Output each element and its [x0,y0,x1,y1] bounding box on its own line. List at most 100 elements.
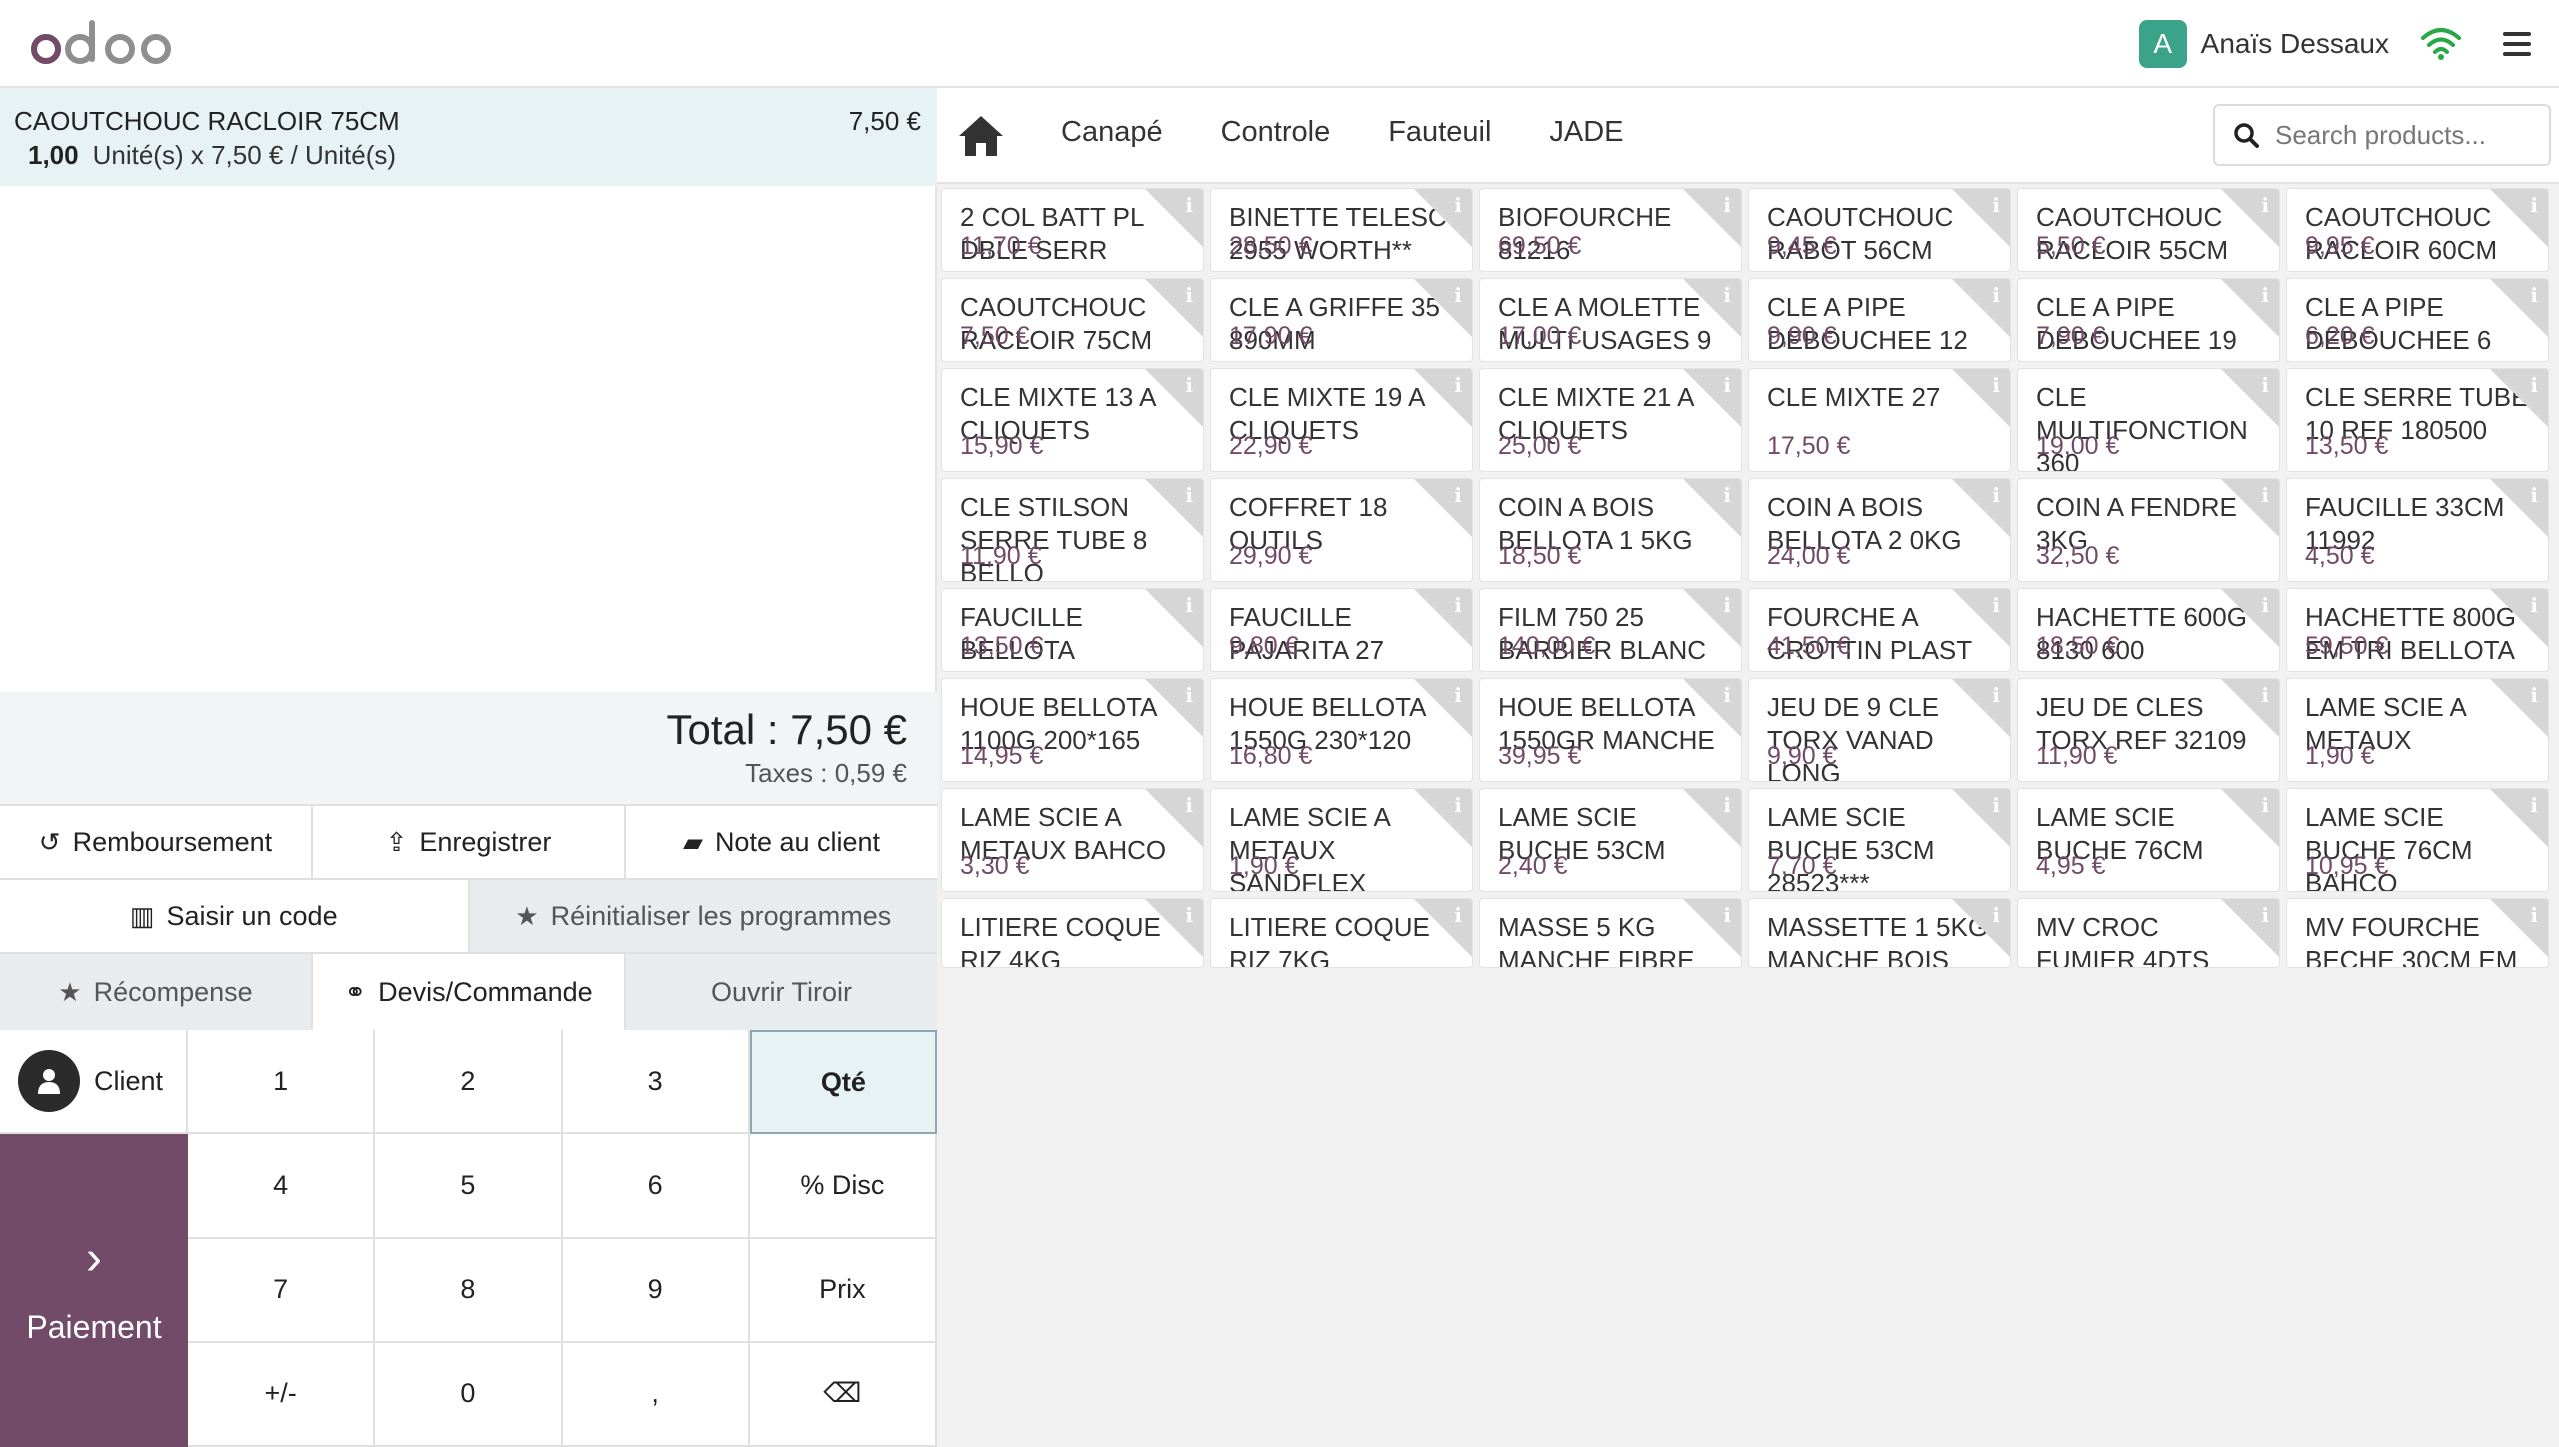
product-card[interactable]: MASSETTE 1 5KG MANCHE BOIS i [1748,898,2011,968]
info-icon[interactable] [1145,479,1203,537]
numpad-key-3[interactable]: 3 [562,1030,750,1135]
product-card[interactable]: CAOUTCHOUC RACLOIR 60CM 9,95 € i [2286,188,2549,272]
product-card[interactable]: HOUE BELLOTA 1100G 200*165 14,95 € i [941,678,1204,782]
info-icon[interactable] [1952,369,2010,427]
product-card[interactable]: CAOUTCHOUC RACLOIR 75CM 7,50 € i [941,278,1204,362]
info-icon[interactable] [1414,479,1472,537]
info-icon[interactable] [1414,679,1472,737]
product-card[interactable]: MV CROC FUMIER 4DTS 20CM SMi [2017,898,2280,968]
info-icon[interactable] [2221,789,2279,847]
quote-order-button[interactable]: ⚭ Devis/Commande [313,954,626,1030]
product-card[interactable]: CAOUTCHOUC RABOT 56CM 9,45 € i [1748,188,2011,272]
numpad-key-2[interactable]: 2 [375,1030,563,1135]
reset-programs-button[interactable]: ★ Réinitialiser les programmes [469,880,937,952]
numpad-key-6[interactable]: 6 [562,1134,750,1239]
product-card[interactable]: MASSE 5 KG MANCHE FIBRE i [1479,898,1742,968]
product-card[interactable]: CLE A PIPE DEBOUCHEE 6 6,20 € i [2286,278,2549,362]
info-icon[interactable] [1952,679,2010,737]
product-card[interactable]: COIN A BOIS BELLOTA 2 0KG 24,00 € i [1748,478,2011,582]
product-card[interactable]: LAME SCIE A METAUX 1,90 € i [2286,678,2549,782]
product-card[interactable]: CLE MULTIFONCTION 360 19,00 € i [2017,368,2280,472]
enter-code-button[interactable]: ▥ Saisir un code [0,880,470,952]
info-icon[interactable] [1414,589,1472,647]
info-icon[interactable] [2490,679,2548,737]
info-icon[interactable] [1145,899,1203,957]
info-icon[interactable] [2221,189,2279,247]
product-card[interactable]: LAME SCIE BUCHE 76CM 4,95 € i [2017,788,2280,892]
product-card[interactable]: CLE STILSON SERRE TUBE 8 BELLO 11,90 € i [941,478,1204,582]
backspace-icon[interactable]: ⌫ [749,1342,937,1447]
numpad-key-quantity[interactable]: Qté [749,1030,937,1135]
product-card[interactable]: LAME SCIE A METAUX BAHCO 3,30 € i [941,788,1204,892]
product-card[interactable]: FOURCHE A CROTTIN PLAST 41,50 € i [1748,588,2011,672]
info-icon[interactable] [1683,679,1741,737]
info-icon[interactable] [1145,279,1203,337]
search-input[interactable] [2275,119,2535,151]
product-card[interactable]: FAUCILLE 33CM 11992 4,50 € i [2286,478,2549,582]
info-icon[interactable] [1145,189,1203,247]
save-button[interactable]: ⇪ Enregistrer [313,806,626,878]
product-card[interactable]: COIN A BOIS BELLOTA 1 5KG 18,50 € i [1479,478,1742,582]
info-icon[interactable] [1683,279,1741,337]
hamburger-menu-icon[interactable] [2497,28,2537,60]
order-line[interactable]: CAOUTCHOUC RACLOIR 75CM 7,50 € 1,00 Unité… [0,88,937,186]
product-card[interactable]: HACHETTE 800G EM TRI BELLOTA 59,50 € i [2286,588,2549,672]
info-icon[interactable] [1145,369,1203,427]
info-icon[interactable] [1683,369,1741,427]
product-card[interactable]: LITIERE COQUE RIZ 7KG i [1210,898,1473,968]
info-icon[interactable] [2221,369,2279,427]
info-icon[interactable] [1145,789,1203,847]
info-icon[interactable] [1145,589,1203,647]
payment-button[interactable]: › Paiement [0,1134,188,1447]
info-icon[interactable] [2221,899,2279,957]
product-card[interactable]: COFFRET 18 OUTILS 29,90 € i [1210,478,1473,582]
product-card[interactable]: JEU DE CLES TORX REF 32109 11,90 € i [2017,678,2280,782]
numpad-key-decimal[interactable]: , [562,1342,750,1447]
info-icon[interactable] [1952,189,2010,247]
category-fauteuil[interactable]: Fauteuil [1388,116,1491,149]
user-menu[interactable]: A Anaïs Dessaux [2138,20,2389,68]
info-icon[interactable] [2221,279,2279,337]
info-icon[interactable] [1683,589,1741,647]
product-card[interactable]: CLE MIXTE 27 17,50 € i [1748,368,2011,472]
product-card[interactable]: LITIERE COQUE RIZ 4KG i [941,898,1204,968]
info-icon[interactable] [2221,479,2279,537]
product-card[interactable]: HOUE BELLOTA 1550GR MANCHE 39,95 € i [1479,678,1742,782]
info-icon[interactable] [1414,189,1472,247]
info-icon[interactable] [2221,679,2279,737]
product-card[interactable]: HOUE BELLOTA 1550G 230*120 16,80 € i [1210,678,1473,782]
numpad-key-8[interactable]: 8 [375,1238,563,1343]
product-card[interactable]: CLE MIXTE 19 A CLIQUETS 22,90 € i [1210,368,1473,472]
info-icon[interactable] [1952,279,2010,337]
reward-button[interactable]: ★ Récompense [0,954,313,1030]
info-icon[interactable] [2490,589,2548,647]
customer-note-button[interactable]: ▰ Note au client [626,806,937,878]
product-card[interactable]: CLE MIXTE 13 A CLIQUETS 15,90 € i [941,368,1204,472]
product-card[interactable]: LAME SCIE BUCHE 53CM 2,40 € i [1479,788,1742,892]
info-icon[interactable] [2490,189,2548,247]
category-controle[interactable]: Controle [1221,116,1331,149]
numpad-key-1[interactable]: 1 [188,1030,376,1135]
info-icon[interactable] [2490,279,2548,337]
info-icon[interactable] [2490,899,2548,957]
open-drawer-button[interactable]: Ouvrir Tiroir [626,954,937,1030]
category-canape[interactable]: Canapé [1061,116,1163,149]
home-icon[interactable] [955,112,1007,160]
product-card[interactable]: CLE A GRIFFE 35 890MM 17,90 € i [1210,278,1473,362]
numpad-key-9[interactable]: 9 [562,1238,750,1343]
numpad-key-7[interactable]: 7 [188,1238,376,1343]
product-card[interactable]: COIN A FENDRE 3KG 32,50 € i [2017,478,2280,582]
info-icon[interactable] [1952,789,2010,847]
info-icon[interactable] [2490,479,2548,537]
product-card[interactable]: CLE A PIPE DEBOUCHEE 12 9,90 € i [1748,278,2011,362]
info-icon[interactable] [1683,189,1741,247]
info-icon[interactable] [1414,789,1472,847]
info-icon[interactable] [2490,369,2548,427]
product-card[interactable]: FILM 750 25 BARBIER BLANC 140,00 € i [1479,588,1742,672]
info-icon[interactable] [1683,789,1741,847]
product-card[interactable]: BIOFOURCHE 81216 69,50 € i [1479,188,1742,272]
info-icon[interactable] [1414,369,1472,427]
info-icon[interactable] [1414,279,1472,337]
product-card[interactable]: CLE A MOLETTE MULTI USAGES 9 317,00 €i [1479,278,1742,362]
category-jade[interactable]: JADE [1549,116,1623,149]
